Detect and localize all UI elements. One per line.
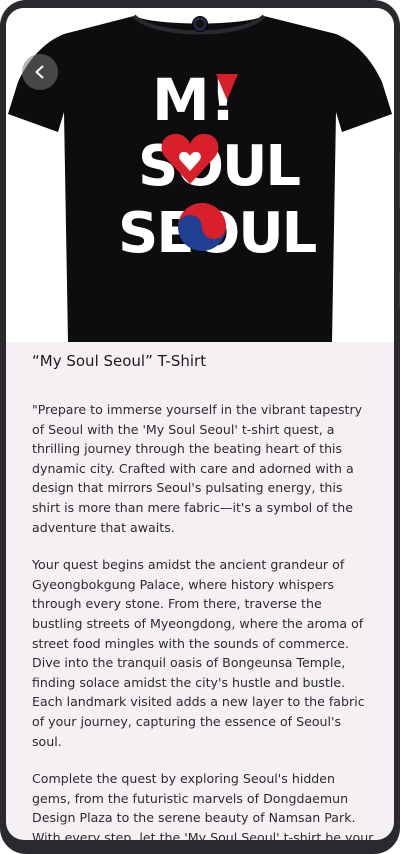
description-paragraph-1: "Prepare to immerse yourself in the vibr… (32, 402, 363, 535)
product-details: “My Soul Seoul” T-Shirt "Prepare to imme… (6, 342, 394, 840)
front-camera (193, 17, 207, 31)
product-title: “My Soul Seoul” T-Shirt (32, 352, 207, 370)
product-image: M! SOUL SEOUL (6, 8, 394, 342)
screen: M! SOUL SEOUL “My Soul S (6, 8, 394, 840)
description-paragraph-2: Your quest begins amidst the ancient gra… (32, 557, 365, 749)
tshirt-graphic: M! SOUL SEOUL (8, 14, 392, 342)
phone-frame: M! SOUL SEOUL “My Soul S (0, 0, 400, 854)
back-button[interactable] (22, 54, 58, 90)
back-arrow-icon (35, 65, 44, 79)
taegeuk-icon (178, 203, 226, 251)
description-paragraph-3: Complete the quest by exploring Seoul's … (32, 771, 374, 840)
